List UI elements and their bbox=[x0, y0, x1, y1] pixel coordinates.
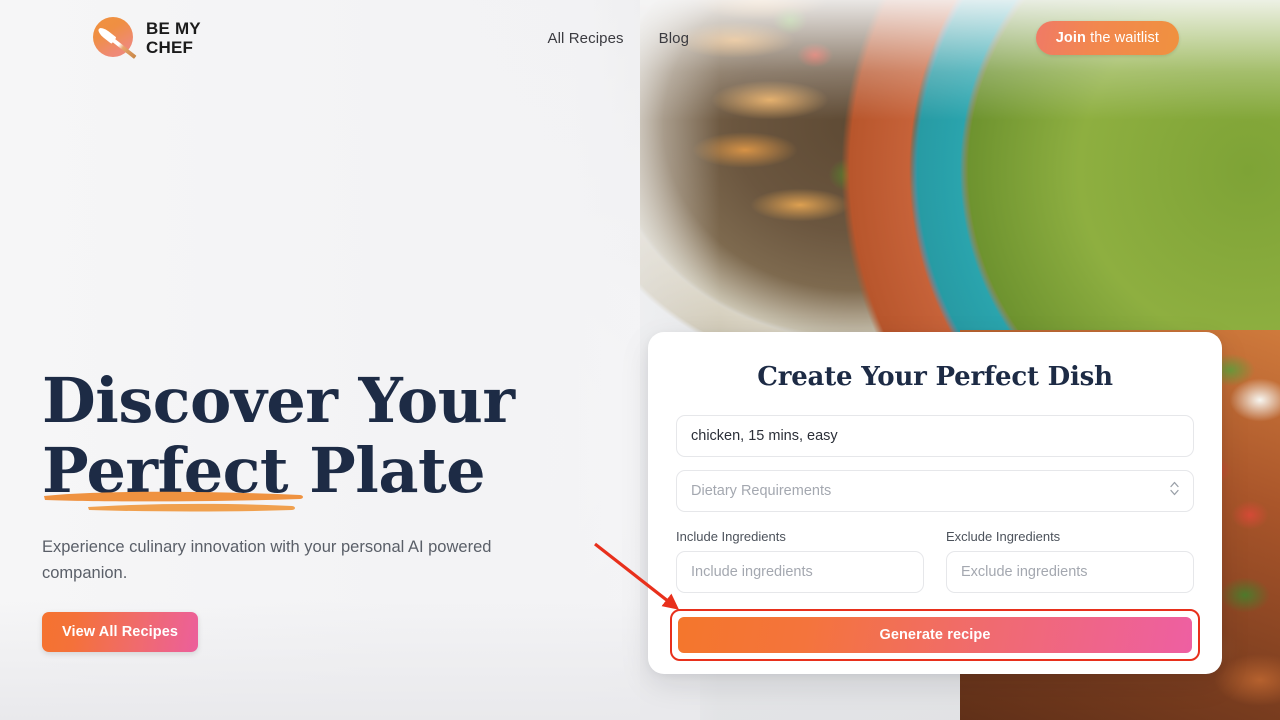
brand-name: BE MY CHEF bbox=[146, 19, 201, 57]
brand-logo[interactable]: BE MY CHEF bbox=[93, 17, 201, 59]
site-header: BE MY CHEF All Recipes Blog Join the wai… bbox=[0, 0, 1280, 76]
ingredients-row: Include Ingredients Exclude Ingredients bbox=[676, 529, 1194, 593]
join-waitlist-bold-text: Join bbox=[1055, 30, 1086, 46]
brand-name-line2: CHEF bbox=[146, 38, 194, 57]
card-title: Create Your Perfect Dish bbox=[757, 362, 1113, 392]
hero-section: Discover Your Perfect Plate Experience c… bbox=[42, 366, 602, 652]
dietary-requirements-select[interactable] bbox=[676, 470, 1194, 512]
generate-recipe-wrap: Generate recipe bbox=[670, 609, 1200, 661]
recipe-prompt-input[interactable] bbox=[676, 415, 1194, 457]
exclude-ingredients-label: Exclude Ingredients bbox=[946, 529, 1061, 544]
hero-subtitle: Experience culinary innovation with your… bbox=[42, 538, 492, 582]
include-ingredients-field: Include Ingredients bbox=[676, 529, 924, 593]
plate-knife-logo-icon bbox=[93, 17, 137, 59]
generate-recipe-button[interactable]: Generate recipe bbox=[676, 615, 1194, 655]
hero-title-line1: Discover Your bbox=[42, 364, 515, 437]
exclude-ingredients-field: Exclude Ingredients bbox=[946, 529, 1194, 593]
nav-blog[interactable]: Blog bbox=[659, 30, 689, 47]
view-all-recipes-button[interactable]: View All Recipes bbox=[42, 612, 199, 652]
page-title: Discover Your Perfect Plate bbox=[42, 364, 602, 512]
join-waitlist-button[interactable]: Join the waitlist bbox=[1035, 21, 1179, 55]
join-waitlist-rest-text: the waitlist bbox=[1085, 30, 1159, 46]
recipe-generator-card: Create Your Perfect Dish Include Ingredi… bbox=[648, 332, 1222, 674]
include-ingredients-input[interactable] bbox=[676, 551, 924, 593]
exclude-ingredients-input[interactable] bbox=[946, 551, 1194, 593]
include-ingredients-label: Include Ingredients bbox=[676, 529, 786, 544]
hero-underline-swoosh-icon bbox=[44, 491, 303, 512]
main-nav: All Recipes Blog bbox=[548, 30, 690, 47]
nav-all-recipes[interactable]: All Recipes bbox=[548, 30, 624, 47]
brand-name-line1: BE MY bbox=[146, 19, 201, 38]
dietary-requirements-field bbox=[676, 470, 1194, 512]
